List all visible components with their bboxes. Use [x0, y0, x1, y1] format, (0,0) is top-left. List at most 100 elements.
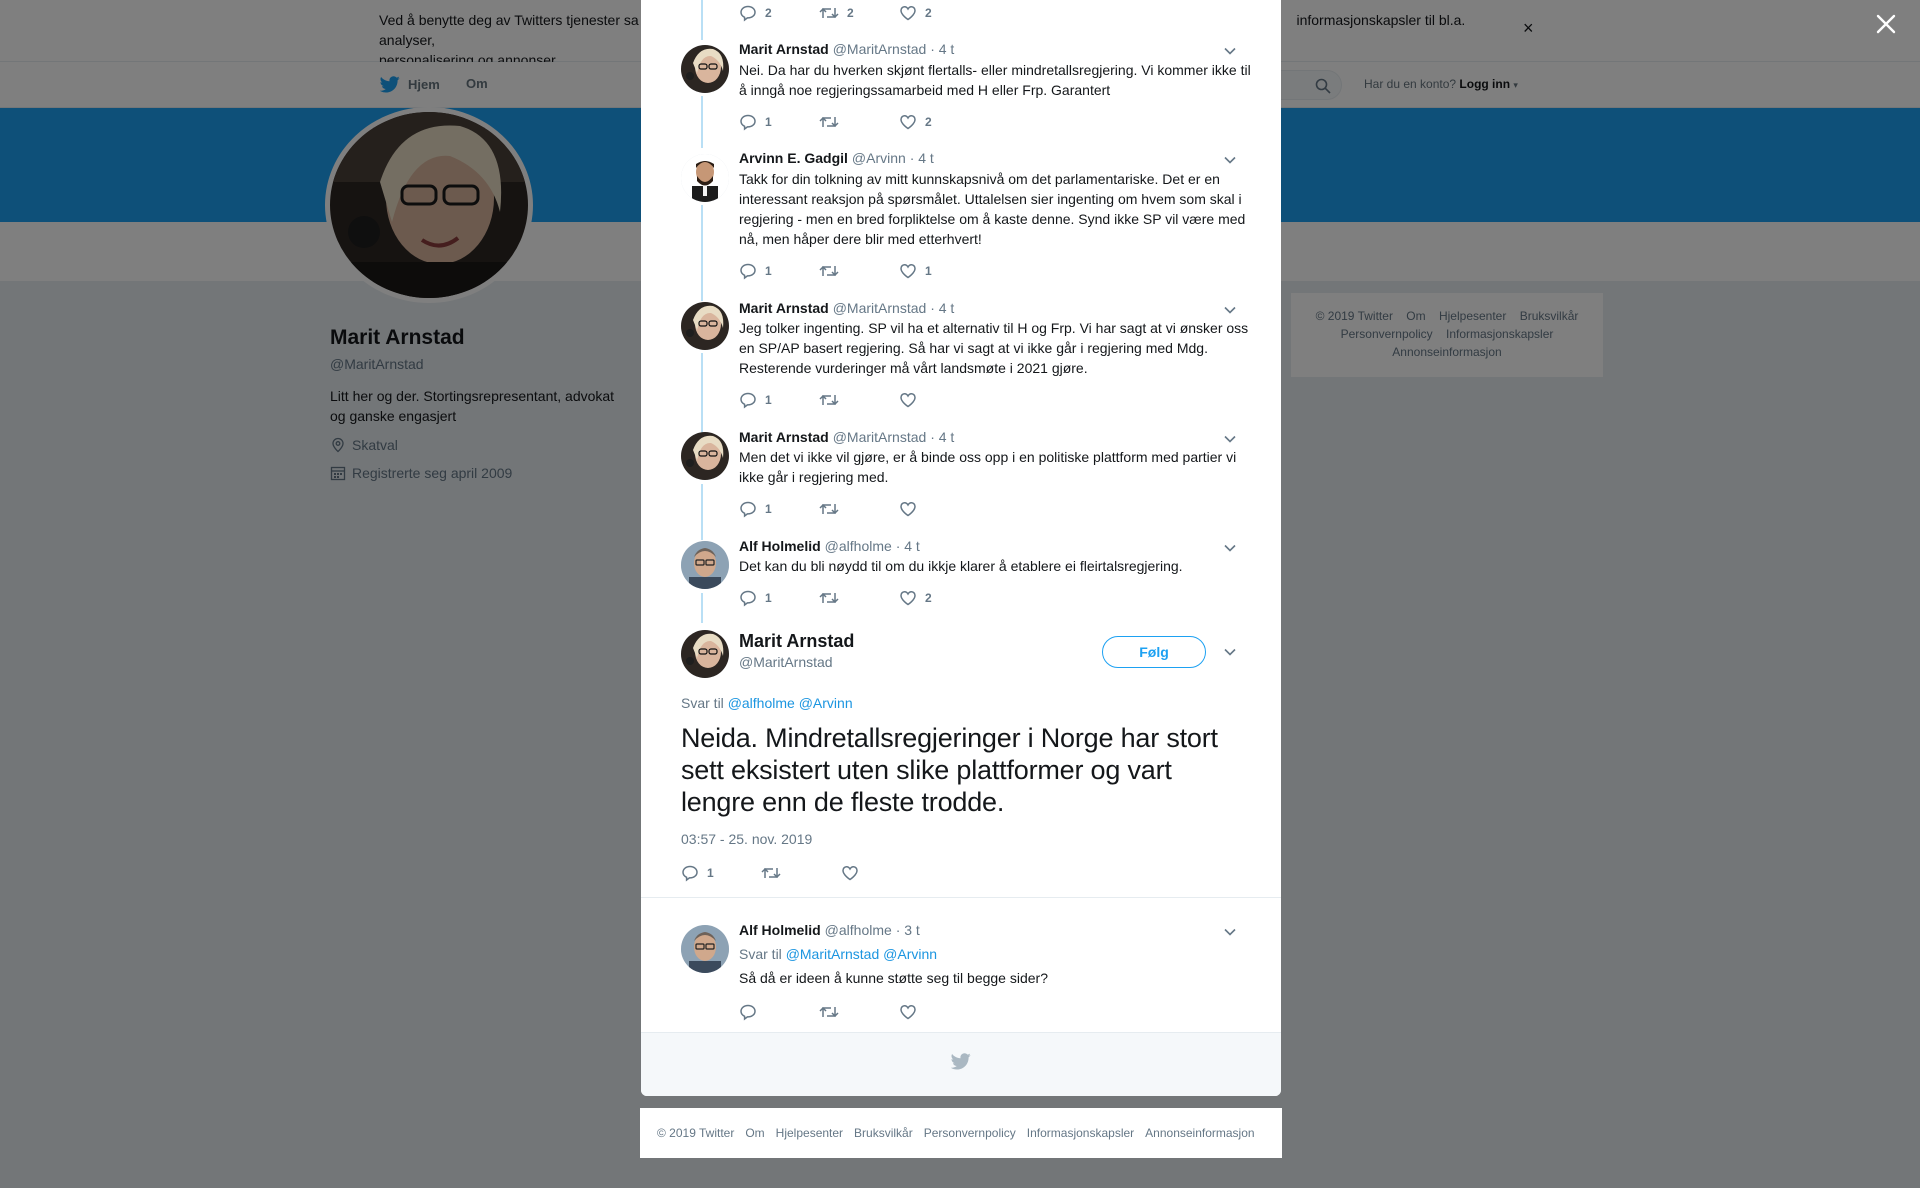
divider: [641, 897, 1281, 898]
tweet-actions: 1 2: [739, 589, 1039, 607]
reply-to-mention[interactable]: @Arvinn: [799, 695, 853, 711]
tweet-time[interactable]: · 3 t: [896, 922, 920, 938]
thread-connector: [701, 484, 703, 540]
avatar[interactable]: [681, 925, 729, 973]
like-button[interactable]: 2: [899, 589, 932, 607]
reply-button[interactable]: 1: [739, 113, 772, 131]
tweet-text: Neida. Mindretallsregjeringer i Norge ha…: [681, 723, 1218, 817]
footer-link-help[interactable]: Hjelpesenter: [776, 1126, 843, 1140]
author-name[interactable]: Marit Arnstad: [739, 429, 829, 445]
reply-button[interactable]: [739, 1003, 765, 1021]
chevron-down-icon[interactable]: [1223, 44, 1237, 58]
tweet-time[interactable]: · 4 t: [930, 429, 954, 445]
like-icon: [899, 262, 917, 280]
retweet-button[interactable]: [819, 391, 847, 409]
retweet-button[interactable]: 2: [819, 4, 854, 22]
author-name[interactable]: Marit Arnstad: [739, 631, 854, 652]
chevron-down-icon[interactable]: [1223, 541, 1237, 555]
like-button[interactable]: 1: [899, 262, 932, 280]
avatar[interactable]: [681, 630, 729, 678]
reply-icon: [739, 4, 757, 22]
reply-button[interactable]: 1: [681, 864, 714, 882]
thread-connector: [701, 0, 703, 40]
avatar[interactable]: [681, 432, 729, 480]
footer-link-terms[interactable]: Bruksvilkår: [854, 1126, 913, 1140]
chevron-down-icon[interactable]: [1223, 645, 1237, 659]
retweet-button[interactable]: [819, 589, 847, 607]
retweet-button[interactable]: [819, 500, 847, 518]
author-handle[interactable]: @alfholme: [825, 538, 892, 554]
avatar[interactable]: [681, 45, 729, 93]
author-handle[interactable]: @MaritArnstad: [833, 300, 927, 316]
like-count: 2: [925, 591, 932, 605]
footer-link-ads-info[interactable]: Annonseinformasjon: [1145, 1126, 1254, 1140]
like-button[interactable]: [841, 864, 867, 882]
tweet-text: Takk for din tolkning av mitt kunnskapsn…: [739, 171, 1246, 247]
reply-button[interactable]: 1: [739, 391, 772, 409]
author-handle[interactable]: @Arvinn: [852, 150, 906, 166]
author-handle[interactable]: @MaritArnstad: [833, 41, 927, 57]
reply-button[interactable]: 1: [739, 589, 772, 607]
avatar[interactable]: [681, 541, 729, 589]
avatar[interactable]: [681, 154, 729, 202]
tweet-actions: 1 1: [739, 262, 1039, 280]
retweet-count: 2: [847, 6, 854, 20]
chevron-down-icon[interactable]: [1223, 925, 1237, 939]
like-count: 1: [925, 264, 932, 278]
reply-button[interactable]: 1: [739, 262, 772, 280]
tweet-time[interactable]: · 4 t: [930, 41, 954, 57]
tweet-text: Det kan du bli nøydd til om du ikkje kla…: [739, 558, 1183, 574]
reply-icon: [739, 391, 757, 409]
retweet-button[interactable]: [819, 262, 847, 280]
retweet-button[interactable]: [819, 1003, 847, 1021]
retweet-button[interactable]: [761, 864, 789, 882]
tweet-header: Alf Holmelid @alfholme · 4 t: [739, 538, 920, 554]
tweet-header: Alf Holmelid @alfholme · 3 t: [739, 922, 920, 938]
reply-button[interactable]: 2: [739, 4, 772, 22]
author-handle[interactable]: @MaritArnstad: [739, 654, 833, 670]
tweet-text: Jeg tolker ingenting. SP vil ha et alter…: [739, 320, 1249, 376]
footer-link-privacy[interactable]: Personvernpolicy: [924, 1126, 1016, 1140]
retweet-button[interactable]: [819, 113, 847, 131]
like-button[interactable]: 2: [899, 4, 932, 22]
like-button[interactable]: 2: [899, 113, 932, 131]
retweet-icon: [761, 864, 781, 882]
tweet-timestamp[interactable]: 03:57 - 25. nov. 2019: [681, 831, 812, 847]
reply-to-mention[interactable]: @alfholme: [728, 695, 795, 711]
reply-context: Svar til @MaritArnstad @Arvinn: [739, 944, 1251, 964]
like-icon: [899, 1003, 917, 1021]
author-name[interactable]: Marit Arnstad: [739, 41, 829, 57]
tweet-time[interactable]: · 4 t: [910, 150, 934, 166]
like-button[interactable]: [899, 500, 925, 518]
footer-link-about[interactable]: Om: [745, 1126, 764, 1140]
reply-button[interactable]: 1: [739, 500, 772, 518]
reply-icon: [681, 864, 699, 882]
author-handle[interactable]: @alfholme: [825, 922, 892, 938]
author-name[interactable]: Alf Holmelid: [739, 922, 821, 938]
chevron-down-icon[interactable]: [1223, 153, 1237, 167]
tweet-time[interactable]: · 4 t: [896, 538, 920, 554]
tweet-actions: [739, 1003, 1039, 1021]
reply-to-mention[interactable]: @Arvinn: [883, 946, 937, 962]
reply-count: 2: [765, 6, 772, 20]
author-name[interactable]: Alf Holmelid: [739, 538, 821, 554]
tweet-actions: 1: [739, 500, 1039, 518]
author-name[interactable]: Arvinn E. Gadgil: [739, 150, 848, 166]
like-button[interactable]: [899, 1003, 925, 1021]
close-icon[interactable]: [1874, 12, 1898, 36]
reply-icon: [739, 500, 757, 518]
follow-button[interactable]: Følg: [1102, 636, 1206, 668]
reply-to-mention[interactable]: @MaritArnstad: [786, 946, 880, 962]
footer-link-cookies[interactable]: Informasjonskapsler: [1027, 1126, 1134, 1140]
author-name[interactable]: Marit Arnstad: [739, 300, 829, 316]
author-handle[interactable]: @MaritArnstad: [833, 429, 927, 445]
avatar[interactable]: [681, 302, 729, 350]
retweet-icon: [819, 4, 839, 22]
reply-count: 1: [765, 115, 772, 129]
chevron-down-icon[interactable]: [1223, 432, 1237, 446]
thread-connector: [701, 353, 703, 433]
like-button[interactable]: [899, 391, 925, 409]
tweet-time[interactable]: · 4 t: [930, 300, 954, 316]
modal-bottom-footer: © 2019 Twitter Om Hjelpesenter Bruksvilk…: [640, 1108, 1282, 1158]
chevron-down-icon[interactable]: [1223, 303, 1237, 317]
